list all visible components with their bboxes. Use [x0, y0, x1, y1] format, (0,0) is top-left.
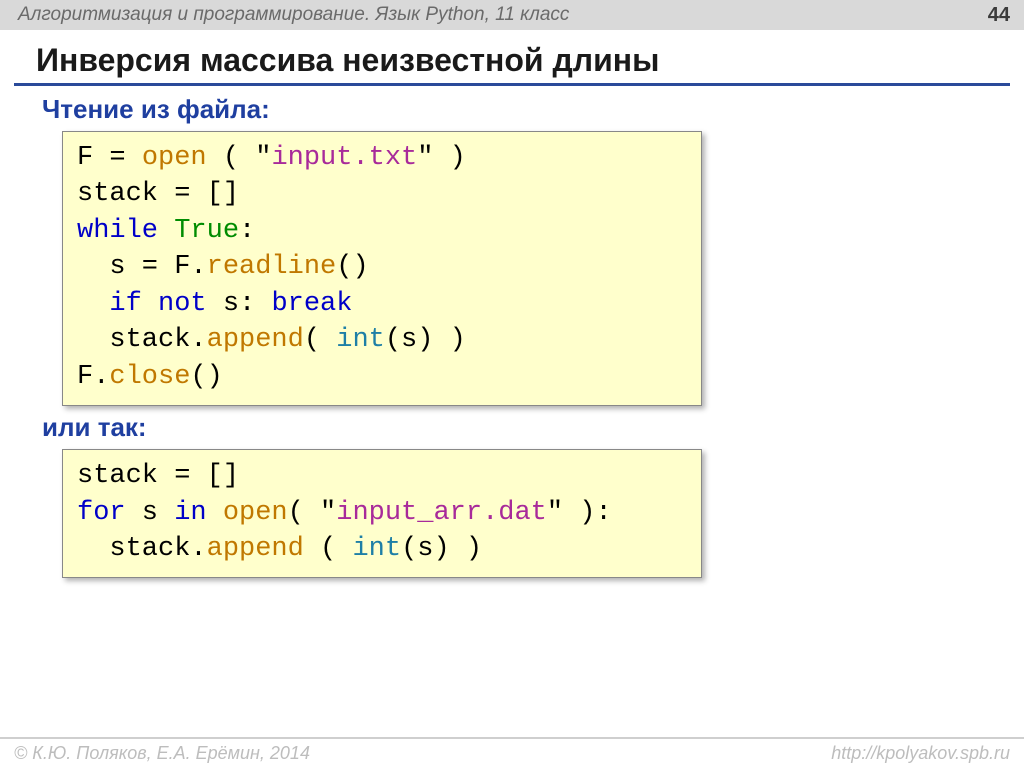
fn-close: close — [109, 362, 190, 392]
kw-not: not — [158, 289, 207, 319]
code-block-1: F = open ( "input.txt" ) stack = [] whil… — [62, 131, 702, 406]
kw-break: break — [271, 289, 352, 319]
section-heading-2: или так: — [42, 412, 1024, 443]
ty-int-2: int — [352, 534, 401, 564]
string-literal-2: input_arr.dat — [336, 498, 547, 528]
slide-header: Алгоритмизация и программирование. Язык … — [0, 0, 1024, 30]
fn-open-2: open — [223, 498, 288, 528]
slide-footer: © К.Ю. Поляков, Е.А. Ерёмин, 2014 http:/… — [0, 737, 1024, 767]
footer-copyright: © К.Ю. Поляков, Е.А. Ерёмин, 2014 — [14, 743, 310, 764]
fn-readline: readline — [207, 252, 337, 282]
fn-append-1: append — [207, 325, 304, 355]
course-title: Алгоритмизация и программирование. Язык … — [18, 4, 569, 26]
string-literal-1: input.txt — [271, 143, 417, 173]
footer-url: http://kpolyakov.spb.ru — [831, 743, 1010, 764]
kw-true: True — [174, 216, 239, 246]
kw-if: if — [109, 289, 141, 319]
kw-in: in — [174, 498, 206, 528]
section-heading-1: Чтение из файла: — [42, 94, 1024, 125]
ty-int-1: int — [336, 325, 385, 355]
title-rule — [14, 83, 1010, 86]
code-block-2: stack = [] for s in open( "input_arr.dat… — [62, 449, 702, 578]
fn-open: open — [142, 143, 207, 173]
page-number: 44 — [988, 4, 1010, 27]
slide-title: Инверсия массива неизвестной длины — [36, 42, 1024, 79]
fn-append-2: append — [207, 534, 304, 564]
kw-for: for — [77, 498, 126, 528]
kw-while: while — [77, 216, 158, 246]
